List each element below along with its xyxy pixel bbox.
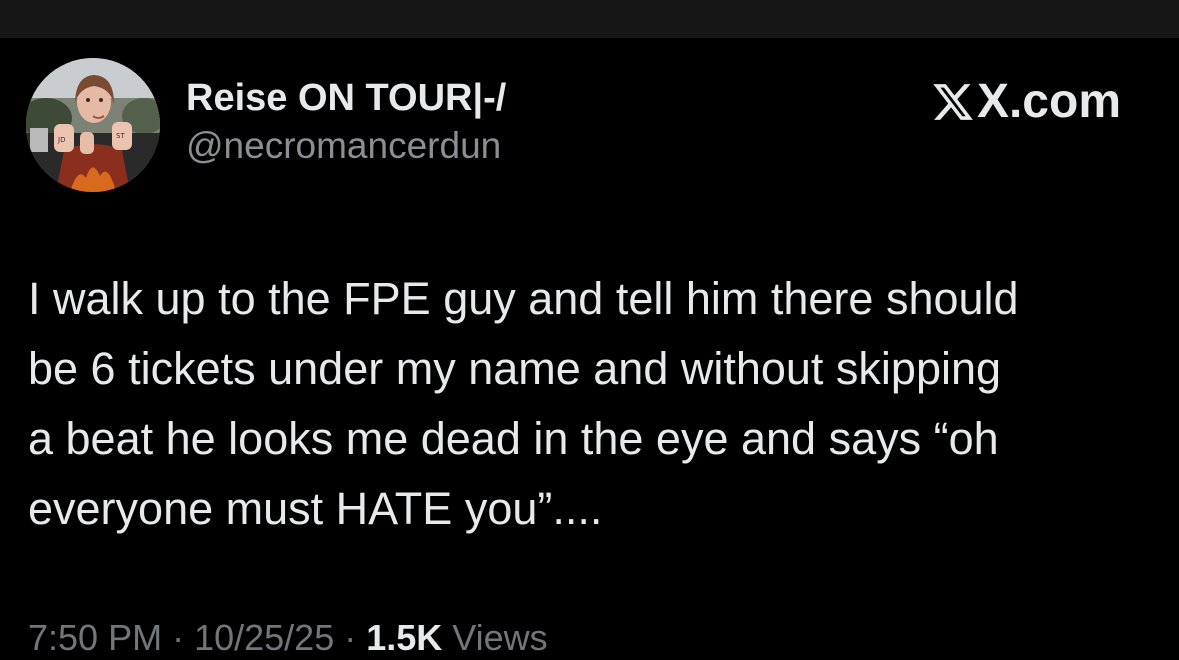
tweet-card: JD ST Reise ON TOUR|-/ @necromancerdun X… — [0, 38, 1179, 658]
author-block: Reise ON TOUR|-/ @necromancerdun — [186, 76, 506, 168]
top-status-strip — [0, 0, 1179, 38]
tweet-date[interactable]: 10/25/25 — [194, 617, 334, 658]
tweet-text-line: I walk up to the FPE guy and tell him th… — [28, 273, 1019, 324]
avatar[interactable]: JD ST — [26, 58, 160, 192]
meta-separator: · — [344, 617, 357, 658]
views-count: 1.5K — [366, 617, 443, 658]
tweet-text: I walk up to the FPE guy and tell him th… — [28, 264, 1158, 544]
watermark-domain: X.com — [976, 75, 1121, 128]
author-handle[interactable]: @necromancerdun — [186, 124, 506, 168]
tweet-time[interactable]: 7:50 PM — [28, 617, 162, 658]
svg-text:JD: JD — [57, 136, 65, 144]
tweet-text-line: everyone must HATE you”.... — [28, 483, 603, 534]
x-logo-icon — [933, 84, 973, 120]
tweet-meta: 7:50 PM · 10/25/25 · 1.5K Views — [28, 616, 548, 660]
author-display-name[interactable]: Reise ON TOUR|-/ — [186, 76, 506, 120]
x-watermark: X.com — [931, 74, 1121, 130]
views-label: Views — [452, 617, 548, 658]
svg-text:ST: ST — [116, 132, 125, 140]
meta-separator: · — [172, 617, 185, 658]
tweet-text-line: a beat he looks me dead in the eye and s… — [28, 413, 999, 464]
tweet-text-line: be 6 tickets under my name and without s… — [28, 343, 1002, 394]
avatar-photo-icon: JD ST — [26, 58, 160, 192]
